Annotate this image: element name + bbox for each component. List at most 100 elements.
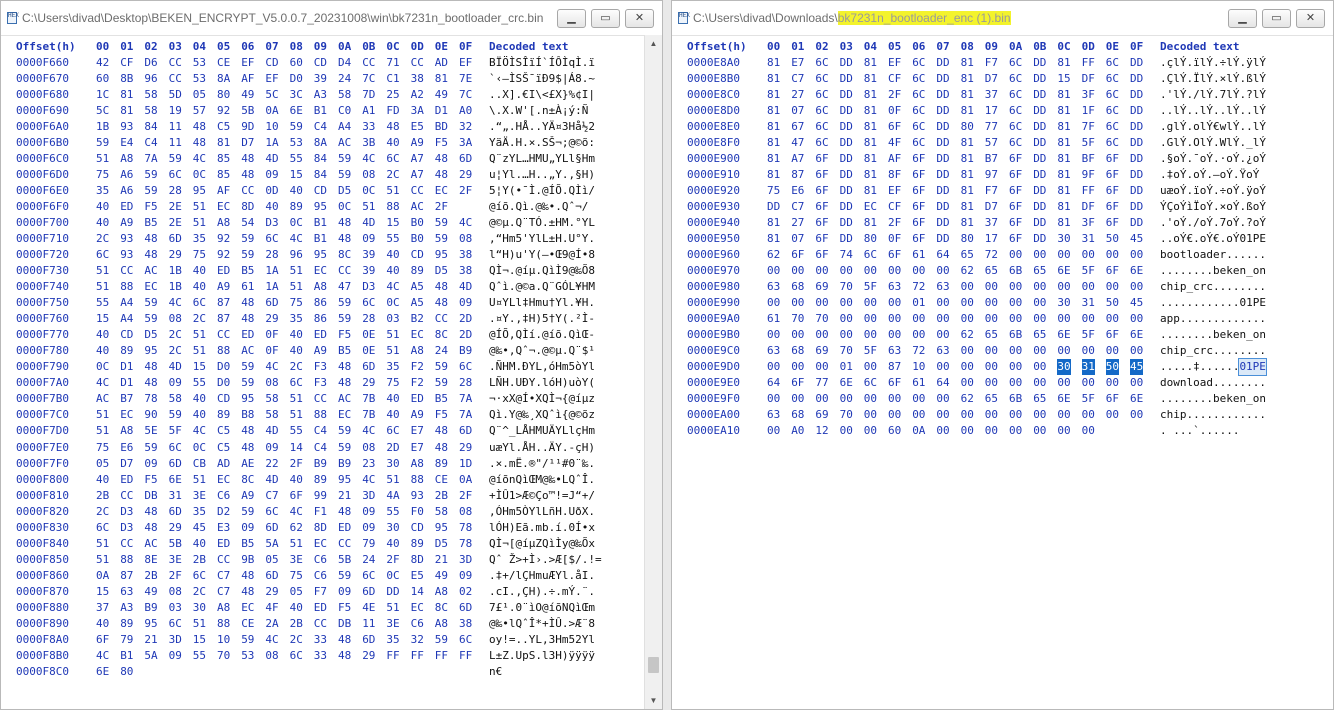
hex-byte[interactable]: 8C [435,600,448,616]
hex-byte[interactable]: 64 [936,247,949,263]
hex-byte[interactable]: 8C [435,327,448,343]
hex-byte[interactable]: EC [314,536,327,552]
decoded-text[interactable]: @ÍÕ,QÌí.@íõ.QìŒ- [489,327,595,343]
hex-byte[interactable]: 81 [961,183,974,199]
hex-byte[interactable]: DD [936,135,949,151]
hex-byte[interactable]: C4 [144,135,157,151]
hex-byte[interactable]: 09 [144,456,157,472]
hex-byte[interactable]: 00 [791,295,804,311]
close-button[interactable]: ✕ [1296,9,1325,28]
hex-byte[interactable]: 48 [241,311,254,327]
hex-byte[interactable]: 2C [96,231,109,247]
hex-byte[interactable]: 63 [767,279,780,295]
hex-byte[interactable]: 00 [864,359,877,375]
hex-byte[interactable]: 80 [120,664,133,680]
hex-byte[interactable]: F5 [435,407,448,423]
decoded-text-selection[interactable]: 01PE [1238,358,1267,377]
hex-byte[interactable]: 59 [338,568,351,584]
hex-byte[interactable]: DD [840,183,853,199]
hex-byte[interactable]: 38 [459,263,472,279]
hex-byte[interactable]: 00 [1082,343,1095,359]
hex-byte[interactable]: F2 [411,375,424,391]
hex-byte[interactable]: 19 [169,103,182,119]
decoded-text[interactable]: .×.mË.®"/¹¹#0¨‰. [489,456,595,472]
hex-byte[interactable]: CC [217,327,230,343]
hex-byte[interactable]: 58 [338,87,351,103]
hex-byte[interactable]: A2 [411,87,424,103]
hex-byte[interactable]: C5 [217,440,230,456]
hex-byte[interactable]: 51 [290,407,303,423]
hex-byte[interactable]: 00 [912,263,925,279]
hex-byte[interactable]: 42 [96,55,109,71]
hex-byte[interactable]: 33 [314,632,327,648]
hex-byte[interactable]: CD [411,520,424,536]
hex-byte[interactable]: AF [217,183,230,199]
hex-row[interactable]: 0000E8A0 81 E7 6C DD 81 EF 6C DD 81 F7 6C DD 81 FF 6C DD… [672,55,1333,71]
hex-byte[interactable]: 80 [864,231,877,247]
hex-byte[interactable]: 4A [386,488,399,504]
hex-byte[interactable]: 6F [791,375,804,391]
hex-byte[interactable]: 6C [193,295,206,311]
hex-byte[interactable]: DD [840,199,853,215]
decoded-text[interactable]: Q¨zYL…HMU„YLl§Hm [489,151,595,167]
hex-byte[interactable]: 6F [912,151,925,167]
hex-byte[interactable]: 00 [1082,311,1095,327]
hex-byte[interactable]: 00 [840,311,853,327]
hex-byte[interactable]: EF [265,71,278,87]
hex-row[interactable]: 0000EA00 63 68 69 70 00 00 00 00 00 00 00 00 00 00 00 00… [672,407,1333,423]
hex-byte[interactable]: 00 [1009,423,1022,439]
hex-row[interactable]: 0000E9A0 61 70 70 00 00 00 00 00 00 00 00 00 00 00 00 00… [672,311,1333,327]
hex-byte[interactable]: DD [1130,71,1143,87]
hex-byte[interactable]: 81 [961,103,974,119]
hex-byte[interactable]: 45 [193,520,206,536]
hex-byte[interactable]: 67 [791,119,804,135]
hex-byte[interactable]: 6C [912,87,925,103]
hex-byte[interactable]: 96 [144,71,157,87]
hex-byte[interactable]: E5 [411,119,424,135]
hex-byte[interactable]: B0 [411,215,424,231]
hex-byte[interactable]: 6C [290,648,303,664]
hex-byte[interactable]: 85 [217,167,230,183]
hex-byte[interactable]: 2F [459,183,472,199]
hex-row[interactable]: 0000F6B0 59 E4 C4 11 48 81 D7 1A 53 8A AC 3B 40 A9 F5 3A… [1,135,662,151]
decoded-text[interactable]: .§oÝ.¯oÝ.·oÝ.¿oÝ [1160,151,1266,167]
hex-byte[interactable]: 05 [290,584,303,600]
hex-byte[interactable]: A4 [120,311,133,327]
hex-byte[interactable]: 4D [459,279,472,295]
hex-byte[interactable]: 9B [241,552,254,568]
hex-row[interactable]: 0000F810 2B CC DB 31 3E C6 A9 C7 6F 99 21 3D 4A 93 2B 2F… [1,488,662,504]
decoded-text[interactable]: ........beken_on [1160,327,1266,343]
hex-byte[interactable]: 15 [1057,71,1070,87]
hex-byte[interactable]: 6F [791,247,804,263]
hex-byte[interactable]: 84 [314,151,327,167]
hex-byte[interactable]: 29 [459,167,472,183]
hex-byte[interactable]: 59 [241,375,254,391]
hex-byte[interactable]: 4D [362,215,375,231]
hex-byte[interactable]: 6E [1057,327,1070,343]
hex-byte[interactable]: DD [1033,151,1046,167]
hex-byte[interactable]: EC [411,327,424,343]
hex-byte[interactable]: EC [144,279,157,295]
hex-byte[interactable]: 00 [961,423,974,439]
hex-byte[interactable]: 70 [791,311,804,327]
hex-byte[interactable]: 4C [265,359,278,375]
hex-byte[interactable]: A9 [411,135,424,151]
hex-byte[interactable]: 15 [96,584,109,600]
hex-byte[interactable]: 65 [985,391,998,407]
hex-byte[interactable]: 45 [1130,295,1143,311]
hex-byte[interactable]: DD [1033,87,1046,103]
hex-byte[interactable]: 40 [386,407,399,423]
hex-byte[interactable]: AF [888,151,901,167]
hex-byte[interactable]: 51 [96,552,109,568]
decoded-text[interactable]: ........beken_on [1160,263,1266,279]
hex-row[interactable]: 0000E9F0 00 00 00 00 00 00 00 00 62 65 6B 65 6E 5F 6F 6E… [672,391,1333,407]
hex-byte[interactable]: 14 [411,584,424,600]
hex-byte[interactable]: CD [217,391,230,407]
hex-byte[interactable]: 5B [169,536,182,552]
hex-byte[interactable]: 50 [1106,295,1119,311]
hex-byte[interactable]: B1 [314,103,327,119]
hex-byte[interactable]: 99 [314,488,327,504]
hex-byte[interactable]: EF [888,183,901,199]
hex-byte[interactable]: 6C [386,151,399,167]
hex-byte[interactable]: 48 [338,648,351,664]
